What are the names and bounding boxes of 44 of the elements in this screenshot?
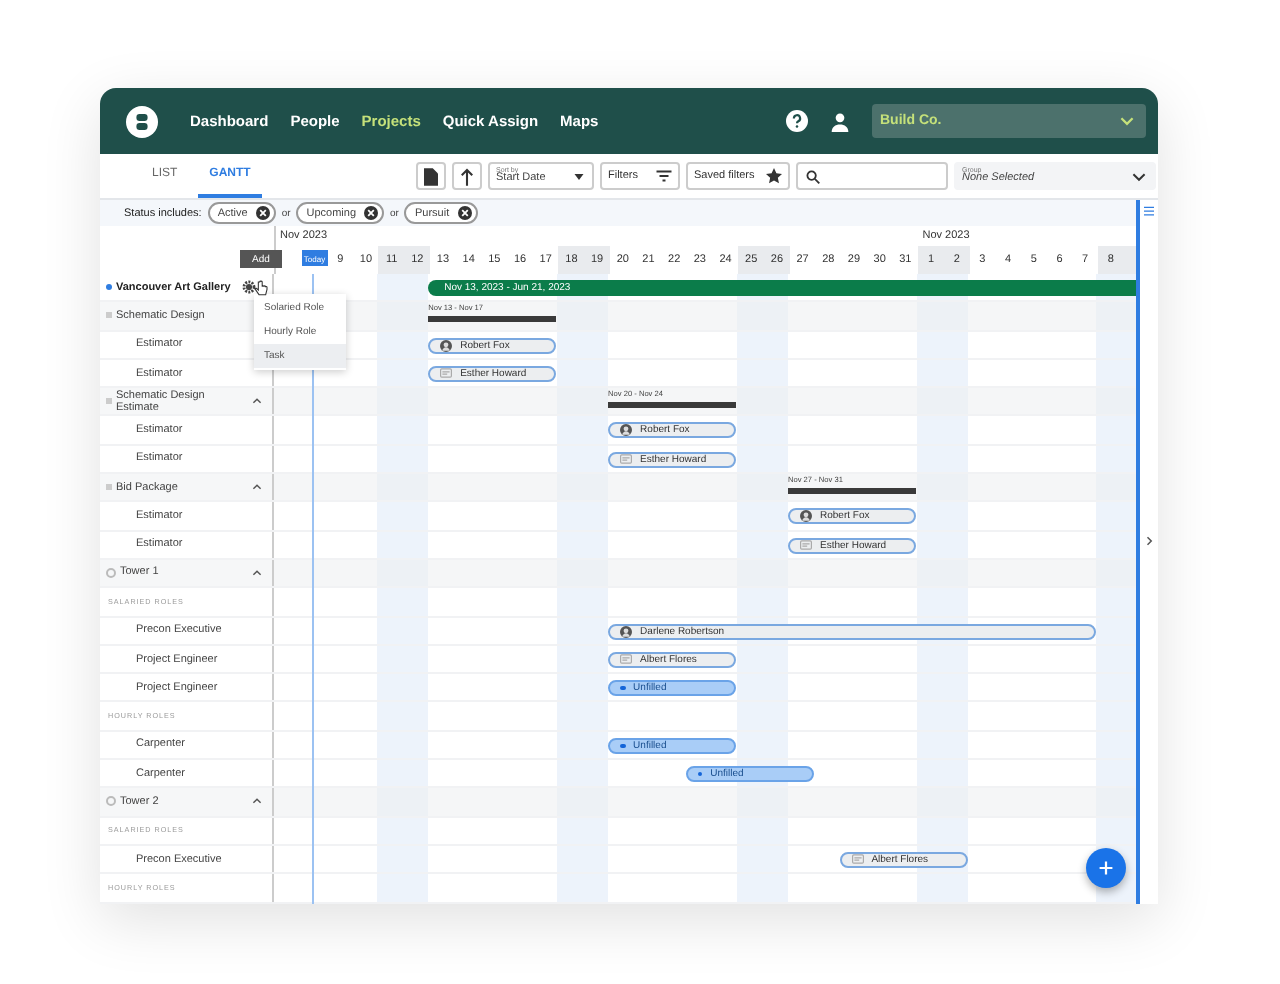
document-icon	[424, 167, 438, 185]
placeholder-icon	[440, 368, 453, 379]
chevron-right-icon[interactable]	[1145, 536, 1153, 546]
project-dot-icon	[106, 284, 112, 291]
user-icon[interactable]	[830, 111, 850, 131]
remove-icon[interactable]	[364, 206, 379, 220]
list-icon[interactable]	[1144, 206, 1154, 216]
phase-marker-icon	[106, 312, 112, 319]
group-marker-icon	[106, 568, 116, 579]
collapse-caret-icon[interactable]	[252, 484, 262, 491]
star-icon	[766, 168, 782, 184]
logo-icon[interactable]	[126, 105, 158, 137]
group-marker-icon	[106, 796, 116, 807]
up-arrow-icon	[460, 167, 474, 185]
gear-icon[interactable]	[242, 280, 257, 295]
add-fab[interactable]	[1086, 848, 1126, 888]
export-button[interactable]	[416, 162, 446, 190]
unfilled-dot-icon	[697, 771, 703, 777]
placeholder-icon	[620, 454, 633, 465]
remove-icon[interactable]	[255, 206, 270, 220]
phase-marker-icon	[106, 398, 112, 405]
placeholder-icon	[620, 654, 633, 665]
avatar-icon	[440, 339, 453, 352]
sort-direction-button[interactable]	[452, 162, 482, 190]
placeholder-icon	[851, 854, 864, 865]
help-icon[interactable]	[786, 110, 808, 132]
collapse-caret-icon[interactable]	[252, 398, 262, 405]
plus-icon	[1098, 860, 1114, 876]
chevron-down-icon	[1120, 116, 1134, 126]
unfilled-dot-icon	[620, 685, 626, 691]
avatar-icon	[620, 625, 633, 638]
avatar-icon	[620, 424, 633, 437]
search-icon	[806, 169, 820, 183]
search-field[interactable]	[796, 162, 948, 190]
remove-icon[interactable]	[457, 206, 472, 220]
placeholder-icon	[800, 540, 812, 551]
avatar-icon	[800, 510, 812, 523]
phase-marker-icon	[106, 484, 112, 491]
caret-icon	[574, 173, 584, 179]
chevron-down-icon	[1132, 171, 1146, 181]
collapse-caret-icon[interactable]	[252, 798, 262, 805]
collapse-caret-icon[interactable]	[252, 570, 262, 577]
unfilled-dot-icon	[620, 743, 626, 748]
filter-icon	[656, 170, 672, 182]
